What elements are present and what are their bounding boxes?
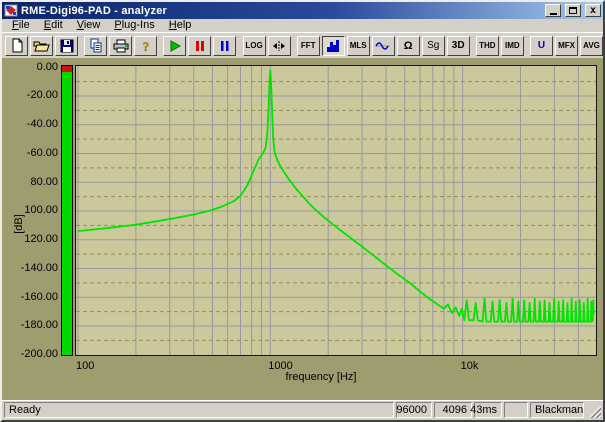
stop-button[interactable] [213,36,236,56]
status-fft-size: 4096 [434,402,472,418]
x-tick-label: 1000 [268,360,292,372]
save-button[interactable] [55,36,78,56]
window-title: RME-Digi96-PAD - analyzer [21,5,542,17]
y-tick-label: 120.00 [2,233,58,245]
y-tick-label: -140.00 [2,262,58,274]
y-tick-label: 0.00 [2,61,58,73]
maximize-button[interactable] [565,4,581,17]
toolbar-separator [238,36,240,56]
y-tick-label: -160.00 [2,291,58,303]
mls-button[interactable]: MLS [347,36,370,56]
spectrum-plot [76,66,596,355]
resize-grip[interactable] [588,405,601,418]
scope-sine-icon [375,40,391,52]
threed-button[interactable]: 3D [447,36,470,56]
toolbar-separator [472,36,474,56]
close-button[interactable]: x [585,4,601,17]
stop-icon [220,40,230,52]
fft-button[interactable]: FFT [297,36,320,56]
avg-button[interactable]: AVG [580,36,603,56]
spectrum-curve [78,70,594,322]
level-meter-peak [62,66,72,72]
level-meter [61,65,73,356]
status-message: Ready [4,402,394,418]
copy-icon [89,38,103,53]
help-button[interactable]: ? [134,36,157,56]
x-tick-label: 100 [76,360,94,372]
spectrum-button[interactable] [322,36,345,56]
print-button[interactable] [109,36,132,56]
copy-button[interactable] [84,36,107,56]
toolbar: ? LOG [2,32,603,58]
toolbar-separator [293,36,295,56]
thd-button[interactable]: THD [476,36,499,56]
status-samplerate: 96000 [396,402,432,418]
menu-edit[interactable]: Edit [38,19,69,32]
log-scale-button[interactable]: LOG [243,36,266,56]
status-window-function: Blackman [530,402,584,418]
save-icon [60,39,74,53]
open-button[interactable] [30,36,53,56]
open-icon [33,39,50,52]
app-icon [4,4,18,17]
status-latency: 43ms [474,402,502,418]
minimize-button[interactable] [545,4,561,17]
pause-button[interactable] [188,36,211,56]
y-tick-label: -20.00 [2,89,58,101]
imd-button[interactable]: IMD [501,36,524,56]
title-bar: RME-Digi96-PAD - analyzer x [2,2,603,19]
y-tick-label: -40.00 [2,118,58,130]
close-icon: x [590,6,596,16]
pause-icon [195,40,205,52]
play-icon [169,40,181,52]
y-tick-label: -60.00 [2,147,58,159]
scale-fit-button[interactable] [268,36,291,56]
y-tick-label: 100.00 [2,204,58,216]
chart-client-area: [dB] frequency [Hz] 0.00-20.00-40.00-60.… [2,58,603,400]
menu-bar: File Edit View Plug-Ins Help [2,19,603,32]
unit-button[interactable]: U [530,36,553,56]
toolbar-separator [159,36,161,56]
toolbar-separator [80,36,82,56]
print-icon [113,39,129,53]
y-tick-label: 80.00 [2,176,58,188]
play-button[interactable] [163,36,186,56]
scale-icon [272,40,286,52]
new-button[interactable] [5,36,28,56]
mfx-button[interactable]: MFX [555,36,578,56]
maximize-icon [569,7,577,14]
minimize-icon [550,13,557,15]
scope-button[interactable] [372,36,395,56]
y-tick-label: -200.00 [2,348,58,360]
svg-text:?: ? [142,39,149,53]
new-icon [10,38,24,53]
status-empty-panel [504,402,528,418]
menu-help[interactable]: Help [163,19,198,32]
impedance-button[interactable]: Ω [397,36,420,56]
status-bar: Ready 96000 4096 43ms Blackman [2,400,603,420]
app-window: RME-Digi96-PAD - analyzer x File Edit Vi… [0,0,605,422]
x-axis-title: frequency [Hz] [60,371,582,383]
y-tick-label: -180.00 [2,319,58,331]
signal-generator-button[interactable]: Sg [422,36,445,56]
spectrum-bars-icon [326,39,340,53]
menu-file[interactable]: File [6,19,36,32]
menu-view[interactable]: View [71,19,107,32]
toolbar-separator [526,36,528,56]
plot-area[interactable] [75,65,597,356]
menu-plugins[interactable]: Plug-Ins [108,19,160,32]
x-tick-label: 10k [461,360,479,372]
help-icon: ? [140,39,152,53]
